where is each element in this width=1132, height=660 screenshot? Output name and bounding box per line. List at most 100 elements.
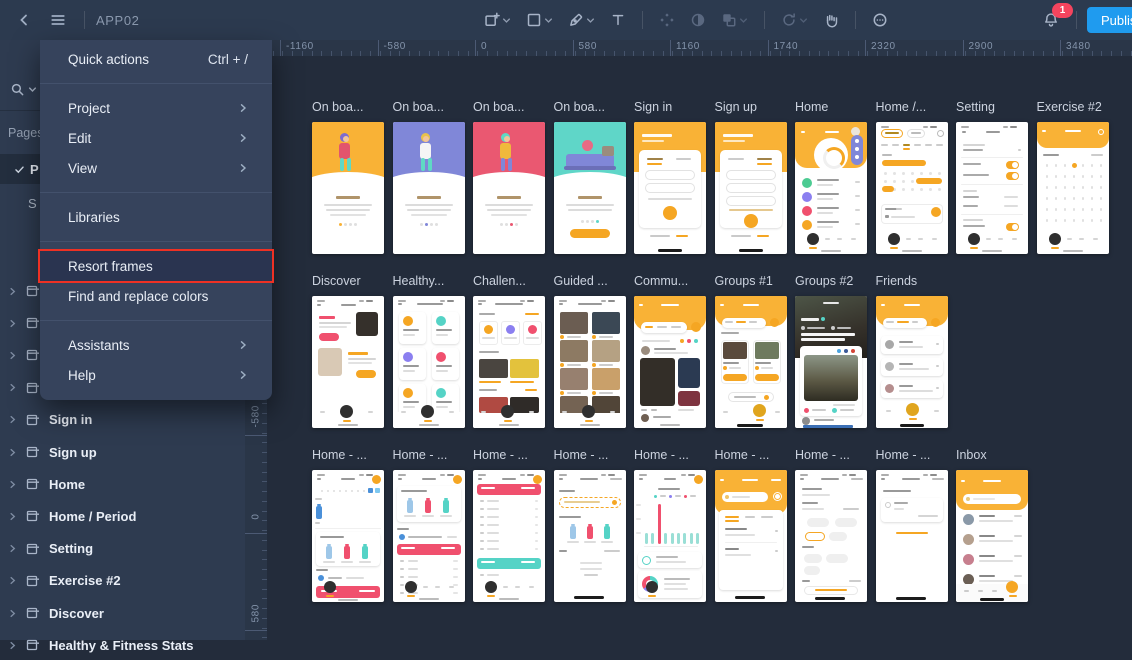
frame-label[interactable]: Commu... <box>634 274 712 288</box>
frame-label[interactable]: Home - ... <box>473 448 551 462</box>
canvas-frame[interactable] <box>876 122 948 254</box>
frame-label[interactable]: Home - ... <box>715 448 793 462</box>
frame-label[interactable]: Home - ... <box>393 448 471 462</box>
canvas-frame[interactable] <box>956 122 1028 254</box>
canvas-frame[interactable] <box>312 122 384 254</box>
chevron-right-icon[interactable] <box>8 351 17 360</box>
canvas-frame[interactable] <box>312 296 384 428</box>
frame-label[interactable]: Sign up <box>715 100 793 114</box>
canvas-frame[interactable] <box>876 470 948 602</box>
frame-label[interactable]: Sign in <box>634 100 712 114</box>
frame-label[interactable]: Setting <box>956 100 1034 114</box>
layer-row[interactable]: Exercise #2 <box>0 566 245 596</box>
chevron-right-icon[interactable] <box>8 609 17 618</box>
canvas-frame[interactable] <box>312 470 384 602</box>
canvas-frame[interactable] <box>393 296 465 428</box>
menu-item-edit[interactable]: Edit <box>40 123 272 153</box>
page-item[interactable]: S <box>28 196 37 211</box>
frame-label[interactable]: Home - ... <box>554 448 632 462</box>
canvas-frame[interactable] <box>393 470 465 602</box>
menu-item-help[interactable]: Help <box>40 360 272 390</box>
canvas-frame[interactable] <box>554 296 626 428</box>
shape-tool-icon[interactable] <box>522 8 557 32</box>
layer-row[interactable]: Setting <box>0 534 245 564</box>
menu-item-find-and-replace-colors[interactable]: Find and replace colors <box>40 281 272 311</box>
canvas-frame[interactable] <box>473 122 545 254</box>
canvas-frame[interactable] <box>876 296 948 428</box>
menu-item-libraries[interactable]: Libraries <box>40 202 272 232</box>
pen-tool-icon[interactable] <box>564 8 599 32</box>
canvas-frame[interactable] <box>715 296 787 428</box>
chevron-right-icon[interactable] <box>8 512 17 521</box>
canvas-frame[interactable] <box>795 122 867 254</box>
layer-row[interactable]: Healthy & Fitness Stats <box>0 630 245 660</box>
frame-label[interactable]: Discover <box>312 274 390 288</box>
chevron-down-icon[interactable] <box>586 16 595 25</box>
components-icon[interactable] <box>655 8 679 32</box>
main-menu-button[interactable] <box>44 6 72 34</box>
menu-item-quick-actions[interactable]: Quick actions Ctrl + / <box>40 44 272 74</box>
canvas-frame[interactable] <box>393 122 465 254</box>
menu-item-project[interactable]: Project <box>40 93 272 123</box>
layer-row[interactable]: Home / Period <box>0 501 245 531</box>
frame-label[interactable]: Healthy... <box>393 274 471 288</box>
frame-label[interactable]: Challen... <box>473 274 551 288</box>
layer-row[interactable]: Sign in <box>0 405 245 435</box>
frame-tool-icon[interactable] <box>480 8 515 32</box>
frame-label[interactable]: Home - ... <box>795 448 873 462</box>
canvas-frame[interactable] <box>554 470 626 602</box>
layer-row[interactable]: Sign up <box>0 437 245 467</box>
frame-label[interactable]: On boa... <box>554 100 632 114</box>
chevron-down-icon[interactable] <box>739 16 748 25</box>
text-tool-icon[interactable] <box>606 8 630 32</box>
canvas-frame[interactable] <box>473 470 545 602</box>
frame-label[interactable]: On boa... <box>393 100 471 114</box>
comments-icon[interactable] <box>868 8 892 32</box>
mask-icon[interactable] <box>686 8 710 32</box>
canvas-frame[interactable] <box>634 296 706 428</box>
frame-label[interactable]: Home /... <box>876 100 954 114</box>
canvas-frame[interactable] <box>634 470 706 602</box>
layer-row[interactable]: Home <box>0 469 245 499</box>
menu-item-resort-frames[interactable]: Resort frames <box>40 251 272 281</box>
chevron-right-icon[interactable] <box>8 383 17 392</box>
reset-instance-icon[interactable] <box>777 8 812 32</box>
canvas-frame[interactable] <box>1037 122 1109 254</box>
hand-tool-icon[interactable] <box>819 8 843 32</box>
sidebar-search[interactable] <box>10 82 37 97</box>
frame-label[interactable]: Home <box>795 100 873 114</box>
canvas-frame[interactable] <box>473 296 545 428</box>
publish-button[interactable]: Publish <box>1087 7 1132 33</box>
chevron-right-icon[interactable] <box>8 641 17 650</box>
chevron-right-icon[interactable] <box>8 319 17 328</box>
frame-label[interactable]: Inbox <box>956 448 1034 462</box>
canvas-frame[interactable] <box>795 470 867 602</box>
chevron-down-icon[interactable] <box>544 16 553 25</box>
frame-label[interactable]: Guided ... <box>554 274 632 288</box>
frame-label[interactable]: Friends <box>876 274 954 288</box>
frame-label[interactable]: Home - ... <box>634 448 712 462</box>
canvas-frame[interactable] <box>715 122 787 254</box>
boolean-group-icon[interactable] <box>717 8 752 32</box>
chevron-right-icon[interactable] <box>8 480 17 489</box>
chevron-down-icon[interactable] <box>799 16 808 25</box>
chevron-right-icon[interactable] <box>8 576 17 585</box>
canvas-frame[interactable] <box>715 470 787 602</box>
canvas-frame[interactable] <box>795 296 867 428</box>
frame-label[interactable]: Home - ... <box>876 448 954 462</box>
chevron-right-icon[interactable] <box>8 448 17 457</box>
chevron-right-icon[interactable] <box>8 287 17 296</box>
canvas-frame[interactable] <box>554 122 626 254</box>
frame-label[interactable]: Home - ... <box>312 448 390 462</box>
canvas-frame[interactable] <box>634 122 706 254</box>
layer-row[interactable]: Discover <box>0 598 245 628</box>
frame-label[interactable]: On boa... <box>473 100 551 114</box>
frame-label[interactable]: Groups #1 <box>715 274 793 288</box>
frame-label[interactable]: Groups #2 <box>795 274 873 288</box>
menu-item-assistants[interactable]: Assistants <box>40 330 272 360</box>
chevron-right-icon[interactable] <box>8 415 17 424</box>
frame-label[interactable]: On boa... <box>312 100 390 114</box>
back-button[interactable] <box>10 6 38 34</box>
chevron-right-icon[interactable] <box>8 544 17 553</box>
frame-label[interactable]: Exercise #2 <box>1037 100 1115 114</box>
